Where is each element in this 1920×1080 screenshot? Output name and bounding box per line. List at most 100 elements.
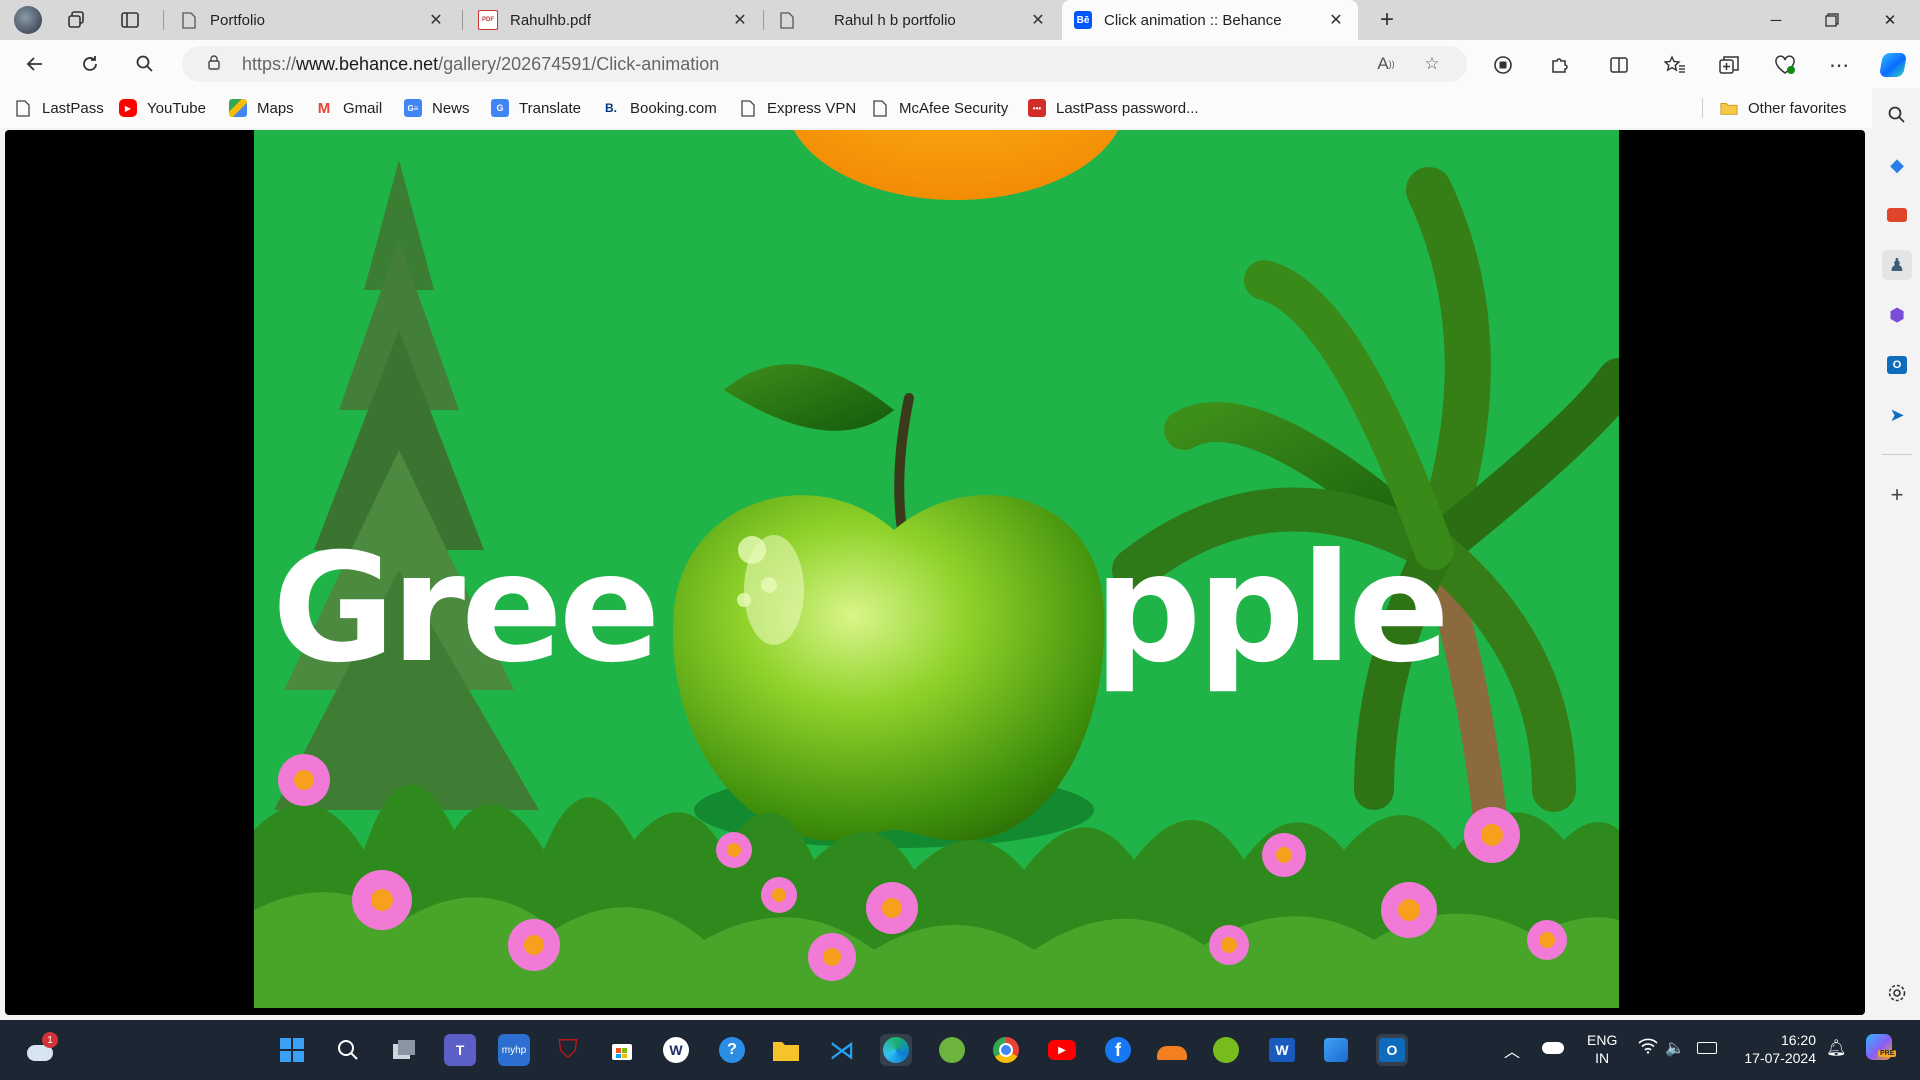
edge-sidebar: ◆ ♟ ⬢ O ➤ + [1872,88,1920,1018]
outlook-icon[interactable]: O [1882,350,1912,380]
spring-boot-icon[interactable] [1210,1034,1242,1066]
tab-title: Click animation :: Behance [1104,11,1282,29]
teams-icon[interactable]: T [444,1034,476,1066]
start-button[interactable] [276,1034,308,1066]
myhp-icon[interactable]: myhp [498,1034,530,1066]
microsoft-store-icon[interactable] [606,1034,638,1066]
extensions-icon[interactable] [1546,52,1572,78]
copilot-preview-icon[interactable]: PRE [1866,1034,1897,1060]
refresh-button[interactable] [75,50,105,78]
headline-left: Gree [272,522,657,696]
get-help-icon[interactable]: ? [716,1034,748,1066]
page-icon [180,11,198,29]
volume-icon[interactable]: 🔈 [1665,1038,1685,1058]
favorites-icon[interactable] [1662,52,1688,78]
file-explorer-icon[interactable] [770,1034,802,1066]
task-view-icon[interactable] [388,1034,420,1066]
tab-rahulhb-pdf[interactable]: PDF Rahulhb.pdf ✕ [466,0,762,40]
favorites-bar: LastPass ▶ YouTube Maps M Gmail G≡ News … [0,88,1880,128]
tab-actions-icon[interactable] [116,6,144,34]
tab-separator [763,10,764,30]
more-options-icon[interactable]: ⋯ [1826,52,1852,78]
clock[interactable]: 16:20 17-07-2024 [1736,1031,1816,1067]
language-indicator[interactable]: ENG IN [1587,1031,1617,1067]
spring-tool-icon[interactable] [936,1034,968,1066]
paint-icon[interactable] [1320,1034,1352,1066]
bookmark-maps[interactable]: Maps [229,97,294,119]
bookmark-youtube[interactable]: ▶ YouTube [119,97,206,119]
battery-icon[interactable] [1697,1042,1717,1054]
search-button[interactable] [130,50,160,78]
bookmark-mcafee[interactable]: McAfee Security [871,97,1008,119]
tab-portfolio[interactable]: Portfolio ✕ [168,0,458,40]
apple-leaf [724,364,894,431]
bookmark-lastpass-password[interactable]: ••• LastPass password... [1028,97,1199,119]
sun-shape [793,130,1119,200]
bookmark-gmail[interactable]: M Gmail [315,97,382,119]
toolbar: https://www.behance.net/gallery/20267459… [0,40,1920,88]
water-droplet [738,536,766,564]
add-icon[interactable]: + [1882,480,1912,510]
vscode-icon[interactable]: ⋊ [826,1034,858,1066]
bookmark-news[interactable]: G≡ News [404,97,470,119]
workspaces-icon[interactable] [62,6,90,34]
word-icon[interactable]: W [1266,1034,1298,1066]
notifications-icon[interactable]: 🔔︎ [1826,1038,1846,1058]
copilot-icon[interactable] [1878,52,1908,78]
edge-browser-icon[interactable] [880,1034,912,1066]
bookmark-express-vpn[interactable]: Express VPN [739,97,856,119]
lock-icon[interactable] [200,54,228,74]
close-window-button[interactable]: ✕ [1862,0,1918,40]
tab-click-animation[interactable]: Bē Click animation :: Behance ✕ [1062,0,1358,40]
new-tab-button[interactable]: + [1373,6,1401,34]
project-artwork[interactable]: Gree pple [254,130,1619,1008]
notification-badge: 1 [42,1032,58,1048]
wifi-icon[interactable] [1638,1038,1658,1059]
browser-essentials-icon[interactable] [1772,52,1798,78]
url-text[interactable]: https://www.behance.net/gallery/20267459… [242,54,719,75]
back-button[interactable] [20,50,50,78]
collections-icon[interactable] [1716,52,1742,78]
facebook-icon[interactable]: f [1102,1034,1134,1066]
send-icon[interactable]: ➤ [1882,400,1912,430]
weather-widget-icon[interactable]: 1 [24,1032,58,1066]
tab-rahul-portfolio[interactable]: Rahul h b portfolio ✕ [766,0,1060,40]
bookmark-lastpass[interactable]: LastPass [14,97,104,119]
games-icon[interactable]: ♟ [1882,250,1912,280]
other-favorites-folder[interactable]: Other favorites [1720,97,1846,119]
cloudflare-icon[interactable] [1156,1034,1188,1066]
microsoft365-icon[interactable]: ⬢ [1882,300,1912,330]
close-icon[interactable]: ✕ [1028,10,1048,30]
address-bar[interactable]: https://www.behance.net/gallery/20267459… [182,46,1467,82]
chrome-icon[interactable] [990,1034,1022,1066]
mcafee-icon[interactable]: ⛉ [552,1034,584,1066]
profile-avatar[interactable] [14,6,42,34]
show-hidden-icons[interactable]: ︿ [1504,1038,1520,1062]
tools-icon[interactable] [1882,200,1912,230]
youtube-icon[interactable]: ▶ [1046,1034,1078,1066]
minimize-button[interactable]: ─ [1748,0,1804,40]
lastpass-icon: ••• [1028,99,1046,117]
split-screen-icon[interactable] [1606,52,1632,78]
shopping-tag-icon[interactable]: ◆ [1882,150,1912,180]
favorite-star-icon[interactable]: ☆ [1420,52,1444,76]
page-icon [14,99,32,117]
restore-button[interactable] [1804,0,1860,40]
close-icon[interactable]: ✕ [426,10,446,30]
outlook-new-icon[interactable]: O [1376,1034,1408,1066]
settings-icon[interactable] [1882,978,1912,1008]
youtube-icon: ▶ [119,99,137,117]
close-icon[interactable]: ✕ [730,10,750,30]
onedrive-icon[interactable] [1542,1042,1564,1054]
bookmark-translate[interactable]: G Translate [491,97,581,119]
search-icon[interactable] [1882,100,1912,130]
search-icon[interactable] [332,1034,364,1066]
bookmark-booking[interactable]: B. Booking.com [602,97,717,119]
close-icon[interactable]: ✕ [1326,10,1346,30]
page-icon [778,11,796,29]
read-aloud-icon[interactable]: A)) [1374,52,1398,76]
record-icon[interactable] [1490,52,1516,78]
booking-icon: B. [605,101,617,115]
app-w-icon[interactable]: W [660,1034,692,1066]
tab-strip: Portfolio ✕ PDF Rahulhb.pdf ✕ Rahul h b … [0,0,1920,40]
